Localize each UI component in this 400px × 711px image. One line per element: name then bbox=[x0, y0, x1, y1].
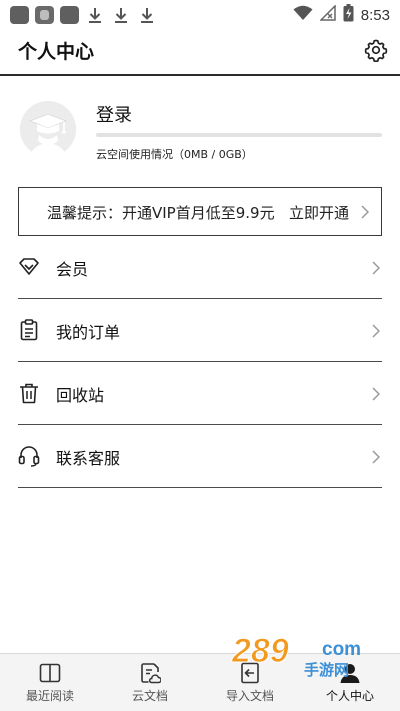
chevron-right-icon bbox=[372, 449, 381, 468]
chevron-right-icon bbox=[372, 260, 381, 279]
gear-icon bbox=[364, 39, 388, 63]
nav-tab-cloud-docs[interactable]: 云文档 bbox=[100, 654, 200, 711]
vip-promo-text: 温馨提示：开通VIP首月低至9.9元 bbox=[47, 204, 275, 222]
menu-item-label: 联系客服 bbox=[56, 449, 121, 468]
app-icon bbox=[60, 6, 79, 24]
settings-button[interactable] bbox=[364, 38, 388, 63]
trash-icon bbox=[18, 382, 40, 404]
nav-tab-label: 导入文档 bbox=[225, 689, 274, 703]
menu-item-membership[interactable]: 会员 bbox=[18, 236, 382, 299]
profile-section[interactable]: 登录 云空间使用情况（0MB / 0GB） bbox=[0, 96, 400, 166]
status-time: 8:53 bbox=[360, 6, 390, 24]
nav-tab-label: 云文档 bbox=[131, 689, 168, 703]
status-bar-system: 8:53 bbox=[293, 4, 390, 26]
status-bar-notifications bbox=[10, 5, 157, 25]
status-bar: 8:53 bbox=[0, 0, 400, 28]
header: 个人中心 bbox=[0, 28, 400, 72]
chevron-right-icon bbox=[372, 323, 381, 342]
graduate-avatar-icon bbox=[20, 101, 76, 157]
signal-off-icon bbox=[318, 4, 336, 25]
avatar[interactable] bbox=[20, 101, 76, 157]
battery-charging-icon bbox=[343, 4, 354, 26]
header-divider bbox=[0, 74, 400, 76]
nav-tab-recent-reading[interactable]: 最近阅读 bbox=[0, 654, 100, 711]
chevron-right-icon bbox=[361, 204, 370, 223]
app-icon bbox=[10, 6, 29, 24]
page-title: 个人中心 bbox=[18, 41, 95, 63]
watermark-main-text: 289 bbox=[231, 632, 289, 670]
clipboard-icon bbox=[18, 319, 40, 341]
vip-promo-banner[interactable]: 温馨提示：开通VIP首月低至9.9元 立即开通 bbox=[18, 187, 382, 236]
site-watermark-logo: 289 com 手游网 bbox=[231, 632, 362, 680]
wifi-icon bbox=[293, 5, 313, 25]
watermark-sub-text: 手游网 bbox=[304, 661, 349, 679]
download-icon bbox=[85, 5, 105, 25]
cat-app-icon bbox=[35, 6, 54, 24]
cloud-document-icon bbox=[139, 662, 162, 684]
download-icon bbox=[137, 5, 157, 25]
menu-item-customer-service[interactable]: 联系客服 bbox=[18, 425, 382, 488]
chevron-right-icon bbox=[372, 386, 381, 405]
download-icon bbox=[111, 5, 131, 25]
settings-menu: 会员 我的订单 回收站 联系客服 bbox=[18, 236, 382, 488]
nav-tab-label: 最近阅读 bbox=[25, 689, 74, 703]
watermark-suffix-text: com bbox=[322, 639, 361, 660]
storage-usage-bar bbox=[96, 133, 382, 137]
diamond-icon bbox=[18, 256, 40, 278]
headset-icon bbox=[18, 445, 40, 467]
menu-item-recycle-bin[interactable]: 回收站 bbox=[18, 362, 382, 425]
menu-item-label: 回收站 bbox=[56, 386, 105, 405]
login-link[interactable]: 登录 bbox=[96, 101, 132, 127]
menu-item-label: 我的订单 bbox=[56, 323, 121, 342]
nav-tab-label: 个人中心 bbox=[325, 689, 374, 703]
menu-item-label: 会员 bbox=[56, 260, 89, 279]
vip-open-link[interactable]: 立即开通 bbox=[289, 202, 349, 223]
storage-usage-text: 云空间使用情况（0MB / 0GB） bbox=[96, 148, 253, 161]
book-icon bbox=[39, 662, 61, 684]
menu-item-orders[interactable]: 我的订单 bbox=[18, 299, 382, 362]
